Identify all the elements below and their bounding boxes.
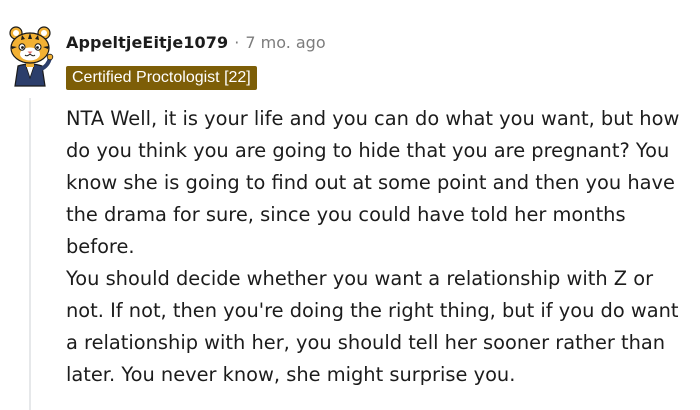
user-flair-badge: Certified Proctologist [22]: [66, 66, 257, 90]
comment: AppeltjeEitje1079 · 7 mo. ago Certified …: [0, 0, 700, 410]
comment-timestamp[interactable]: 7 mo. ago: [245, 33, 325, 52]
thread-collapse-line[interactable]: [29, 98, 31, 410]
tiger-snoo-avatar-icon[interactable]: [6, 22, 54, 88]
comment-paragraph: NTA Well, it is your life and you can do…: [66, 107, 680, 258]
comment-body: NTA Well, it is your life and you can do…: [66, 103, 692, 391]
comment-header: AppeltjeEitje1079 · 7 mo. ago: [66, 33, 326, 52]
meta-separator: ·: [234, 33, 240, 52]
username-link[interactable]: AppeltjeEitje1079: [66, 33, 228, 52]
comment-paragraph: You should decide whether you want a rel…: [66, 267, 679, 386]
